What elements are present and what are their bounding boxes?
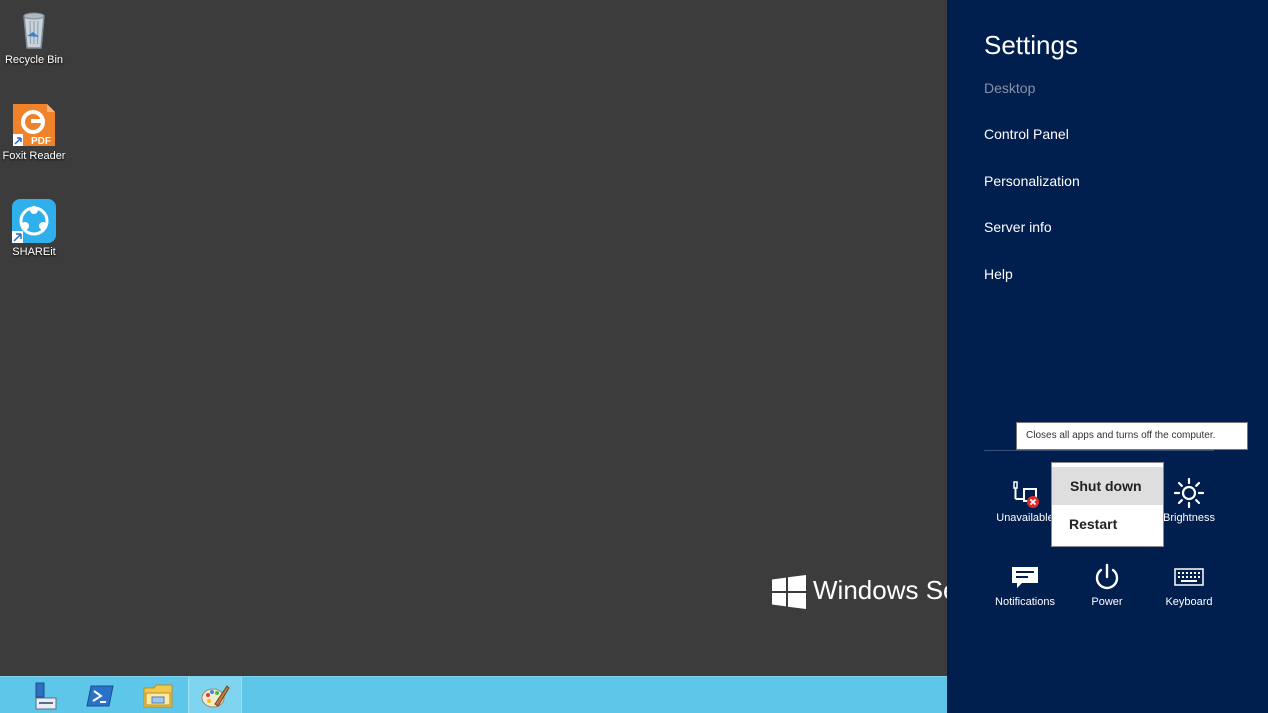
foxit-reader-shortcut[interactable]: PDF Foxit Reader [0, 102, 68, 162]
windows-server-watermark: Windows Ser [813, 575, 947, 605]
network-unavailable-icon [1013, 481, 1039, 508]
shutdown-tooltip: Closes all apps and turns off the comput… [1016, 422, 1248, 450]
server-info-link[interactable]: Server info [984, 219, 1052, 235]
server-manager-icon [35, 682, 57, 709]
notifications-icon [1012, 567, 1038, 588]
keyboard-tile-label: Keyboard [1165, 596, 1213, 608]
restart-menu-item[interactable]: Restart [1052, 505, 1163, 543]
power-tile-label: Power [1091, 596, 1123, 608]
recycle-bin-label: Recycle Bin [4, 54, 64, 66]
file-explorer-icon [143, 684, 173, 707]
keyboard-tile[interactable]: Keyboard [1148, 560, 1230, 608]
taskbar-file-explorer[interactable] [131, 677, 185, 713]
power-tile[interactable]: Power [1066, 560, 1148, 608]
desktop: Recycle Bin PDF Foxit Reader SHAREit Win… [0, 0, 947, 676]
help-link[interactable]: Help [984, 266, 1013, 282]
foxit-reader-label: Foxit Reader [2, 150, 66, 162]
shareit-icon [11, 198, 57, 244]
settings-charm-panel: Settings Desktop Control Panel Personali… [947, 0, 1268, 713]
svg-text:PDF: PDF [31, 136, 51, 147]
windows-logo-icon [772, 575, 806, 609]
personalization-link[interactable]: Personalization [984, 173, 1080, 189]
settings-title: Settings [984, 30, 1078, 60]
control-panel-link[interactable]: Control Panel [984, 126, 1069, 142]
powershell-icon [86, 685, 114, 706]
keyboard-icon [1174, 568, 1204, 586]
paint-icon [201, 684, 230, 707]
power-icon [1095, 563, 1119, 590]
settings-context-label: Desktop [984, 80, 1036, 96]
settings-divider [984, 450, 1214, 451]
taskbar-server-manager[interactable] [15, 677, 69, 713]
notifications-tile-label: Notifications [995, 596, 1055, 608]
taskbar-powershell[interactable] [73, 677, 127, 713]
shut-down-menu-item[interactable]: Shut down [1052, 467, 1163, 505]
taskbar-paint[interactable] [188, 677, 242, 713]
taskbar [0, 676, 947, 713]
recycle-bin-icon [11, 6, 57, 52]
power-menu: Shut down Restart [1051, 462, 1164, 547]
shareit-shortcut[interactable]: SHAREit [0, 198, 68, 258]
notifications-tile[interactable]: Notifications [984, 560, 1066, 608]
shareit-label: SHAREit [12, 246, 56, 258]
foxit-reader-icon: PDF [11, 102, 57, 148]
recycle-bin-shortcut[interactable]: Recycle Bin [0, 6, 68, 66]
brightness-icon [1173, 477, 1205, 509]
